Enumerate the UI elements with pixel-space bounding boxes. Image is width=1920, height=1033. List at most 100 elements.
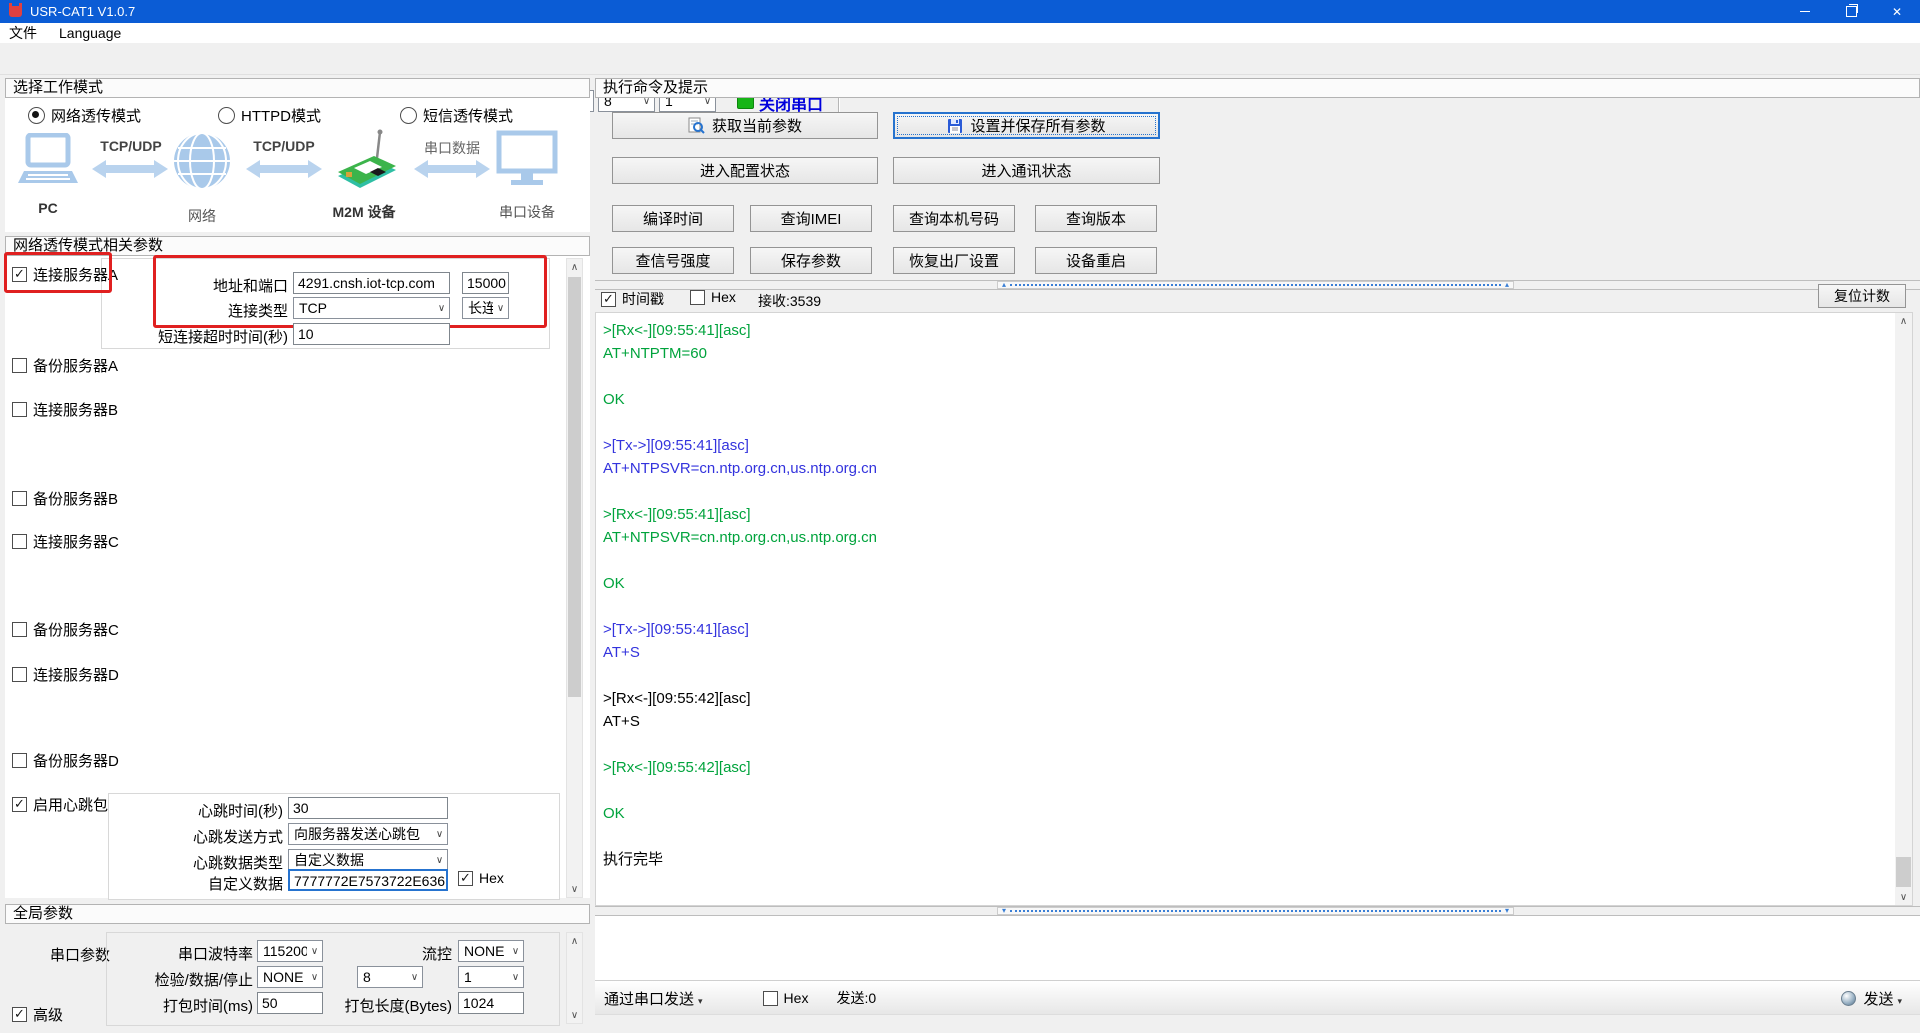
chevron-down-icon (307, 967, 322, 987)
query-signal-button[interactable]: 查信号强度 (612, 247, 734, 274)
sent-count-label: 发送:0 (836, 988, 876, 1008)
set-save-all-params-button[interactable]: 设置并保存所有参数 (893, 112, 1160, 139)
g-flow-select[interactable]: NONE (458, 940, 524, 962)
g-baud-label: 串口波特率 (123, 943, 253, 964)
global-params-section-header: 全局参数 (5, 904, 590, 924)
hb-mode-label: 心跳发送方式 (123, 826, 283, 847)
radio-net-transparent-mode[interactable]: 网络透传模式 (28, 105, 141, 126)
query-version-button[interactable]: 查询版本 (1035, 205, 1157, 232)
chevron-down-icon (508, 967, 523, 987)
query-phone-number-button[interactable]: 查询本机号码 (893, 205, 1015, 232)
log-splitter[interactable] (595, 280, 1920, 290)
chevron-down-icon (407, 967, 422, 987)
status-strip (595, 1014, 1920, 1033)
save-params-button[interactable]: 保存参数 (750, 247, 872, 274)
checkbox-connect-server-b[interactable]: 连接服务器B (12, 399, 118, 420)
splitter-handle[interactable] (997, 907, 1514, 915)
m2m-node-label: M2M 设备 (322, 202, 406, 222)
menu-file[interactable]: 文件 (9, 23, 37, 43)
checkbox-timestamp[interactable]: 时间戳 (601, 289, 664, 309)
title-bar: USR-CAT1 V1.0.7 ✕ (0, 0, 1920, 23)
scrollbar-thumb[interactable] (568, 277, 581, 697)
hb-dtype-select[interactable]: 自定义数据 (288, 849, 448, 871)
compile-time-button[interactable]: 编译时间 (612, 205, 734, 232)
close-button[interactable]: ✕ (1874, 0, 1920, 23)
g-pklen-input[interactable]: 1024 (458, 992, 524, 1014)
g-parity-select[interactable]: NONE (257, 966, 323, 988)
send-input-area[interactable] (595, 916, 1920, 980)
restore-button[interactable] (1828, 0, 1874, 23)
log-output: >[Rx<-][09:55:41][asc]AT+NTPTM=60OK>[Tx-… (595, 312, 1913, 906)
g-pklen-label: 打包长度(Bytes) (322, 995, 452, 1016)
checkbox-advanced[interactable]: 高级 (12, 1004, 63, 1025)
conn-type-select[interactable]: TCP (293, 297, 450, 319)
checkbox-icon (12, 491, 27, 506)
short-conn-timeout-input[interactable]: 10 (293, 323, 450, 345)
checkbox-icon (12, 402, 27, 417)
hb-mode-select[interactable]: 向服务器发送心跳包 (288, 823, 448, 845)
checkbox-icon (12, 1007, 27, 1022)
left-panel-scrollbar[interactable] (566, 258, 583, 898)
send-splitter[interactable] (595, 906, 1920, 916)
checkbox-backup-server-d[interactable]: 备份服务器D (12, 750, 119, 771)
checkbox-log-hex[interactable]: Hex (690, 289, 736, 305)
checkbox-backup-server-b[interactable]: 备份服务器B (12, 488, 118, 509)
scroll-up-icon[interactable] (567, 933, 582, 949)
close-icon: ✕ (1892, 6, 1902, 18)
splitter-handle[interactable] (997, 281, 1514, 289)
enter-config-state-button[interactable]: 进入配置状态 (612, 157, 878, 184)
checkbox-icon (458, 871, 473, 886)
checkbox-send-hex[interactable]: Hex (763, 990, 809, 1006)
scroll-down-icon[interactable] (567, 1007, 582, 1023)
arrow-icon (414, 158, 490, 180)
checkbox-connect-server-d[interactable]: 连接服务器D (12, 664, 119, 685)
checkbox-enable-heartbeat[interactable]: 启用心跳包 (12, 794, 108, 815)
g-baud-select[interactable]: 115200 (257, 940, 323, 962)
minimize-button[interactable] (1782, 0, 1828, 23)
device-restart-button[interactable]: 设备重启 (1035, 247, 1157, 274)
chevron-down-icon (493, 298, 508, 318)
menu-language[interactable]: Language (59, 25, 121, 41)
factory-reset-button[interactable]: 恢复出厂设置 (893, 247, 1015, 274)
server-a-address-input[interactable]: 4291.cnsh.iot-tcp.com (293, 272, 450, 294)
reset-counter-button[interactable]: 复位计数 (1818, 284, 1906, 308)
checkbox-connect-server-c[interactable]: 连接服务器C (12, 531, 119, 552)
send-button[interactable]: 发送 (1863, 988, 1902, 1009)
checkbox-icon (601, 292, 616, 307)
keep-alive-select[interactable]: 长连接 (462, 297, 509, 319)
global-scrollbar[interactable] (566, 932, 583, 1024)
commands-section-header: 执行命令及提示 (595, 78, 1920, 98)
scroll-up-icon[interactable] (1895, 313, 1912, 329)
checkbox-backup-server-a[interactable]: 备份服务器A (12, 355, 118, 376)
scroll-down-icon[interactable] (567, 881, 582, 897)
scrollbar-thumb[interactable] (1896, 857, 1911, 887)
radio-httpd-mode[interactable]: HTTPD模式 (218, 105, 321, 126)
g-pktime-input[interactable]: 50 (257, 992, 323, 1014)
link2-label: TCP/UDP (248, 138, 320, 154)
get-current-params-button[interactable]: 获取当前参数 (612, 112, 878, 139)
hb-time-input[interactable]: 30 (288, 797, 448, 819)
g-databits-select[interactable]: 8 (357, 966, 423, 988)
g-flow-label: 流控 (382, 943, 452, 964)
g-stopbits-select[interactable]: 1 (458, 966, 524, 988)
scroll-down-icon[interactable] (1895, 889, 1912, 905)
enter-comm-state-button[interactable]: 进入通讯状态 (893, 157, 1160, 184)
log-scrollbar[interactable] (1895, 313, 1912, 905)
scroll-up-icon[interactable] (567, 259, 582, 275)
chevron-down-icon (432, 850, 447, 870)
checkbox-hb-hex[interactable]: Hex (458, 870, 504, 886)
collapse-up-icon (1505, 281, 1509, 289)
collapse-down-icon (1505, 907, 1509, 915)
restore-icon (1846, 6, 1857, 17)
radio-sms-transparent-mode[interactable]: 短信透传模式 (400, 105, 513, 126)
send-via-serial-dropdown[interactable]: 通过串口发送 (604, 988, 703, 1009)
hb-custom-data-input[interactable]: 7777772E7573722E636E (288, 869, 448, 891)
query-imei-button[interactable]: 查询IMEI (750, 205, 872, 232)
send-icon (1841, 991, 1856, 1006)
checkbox-backup-server-c[interactable]: 备份服务器C (12, 619, 119, 640)
serial-node-label: 串口设备 (492, 202, 562, 222)
chevron-down-icon (307, 941, 322, 961)
serial-params-label: 串口参数 (50, 944, 110, 965)
server-a-port-input[interactable]: 15000 (462, 272, 509, 294)
checkbox-icon (763, 991, 778, 1006)
